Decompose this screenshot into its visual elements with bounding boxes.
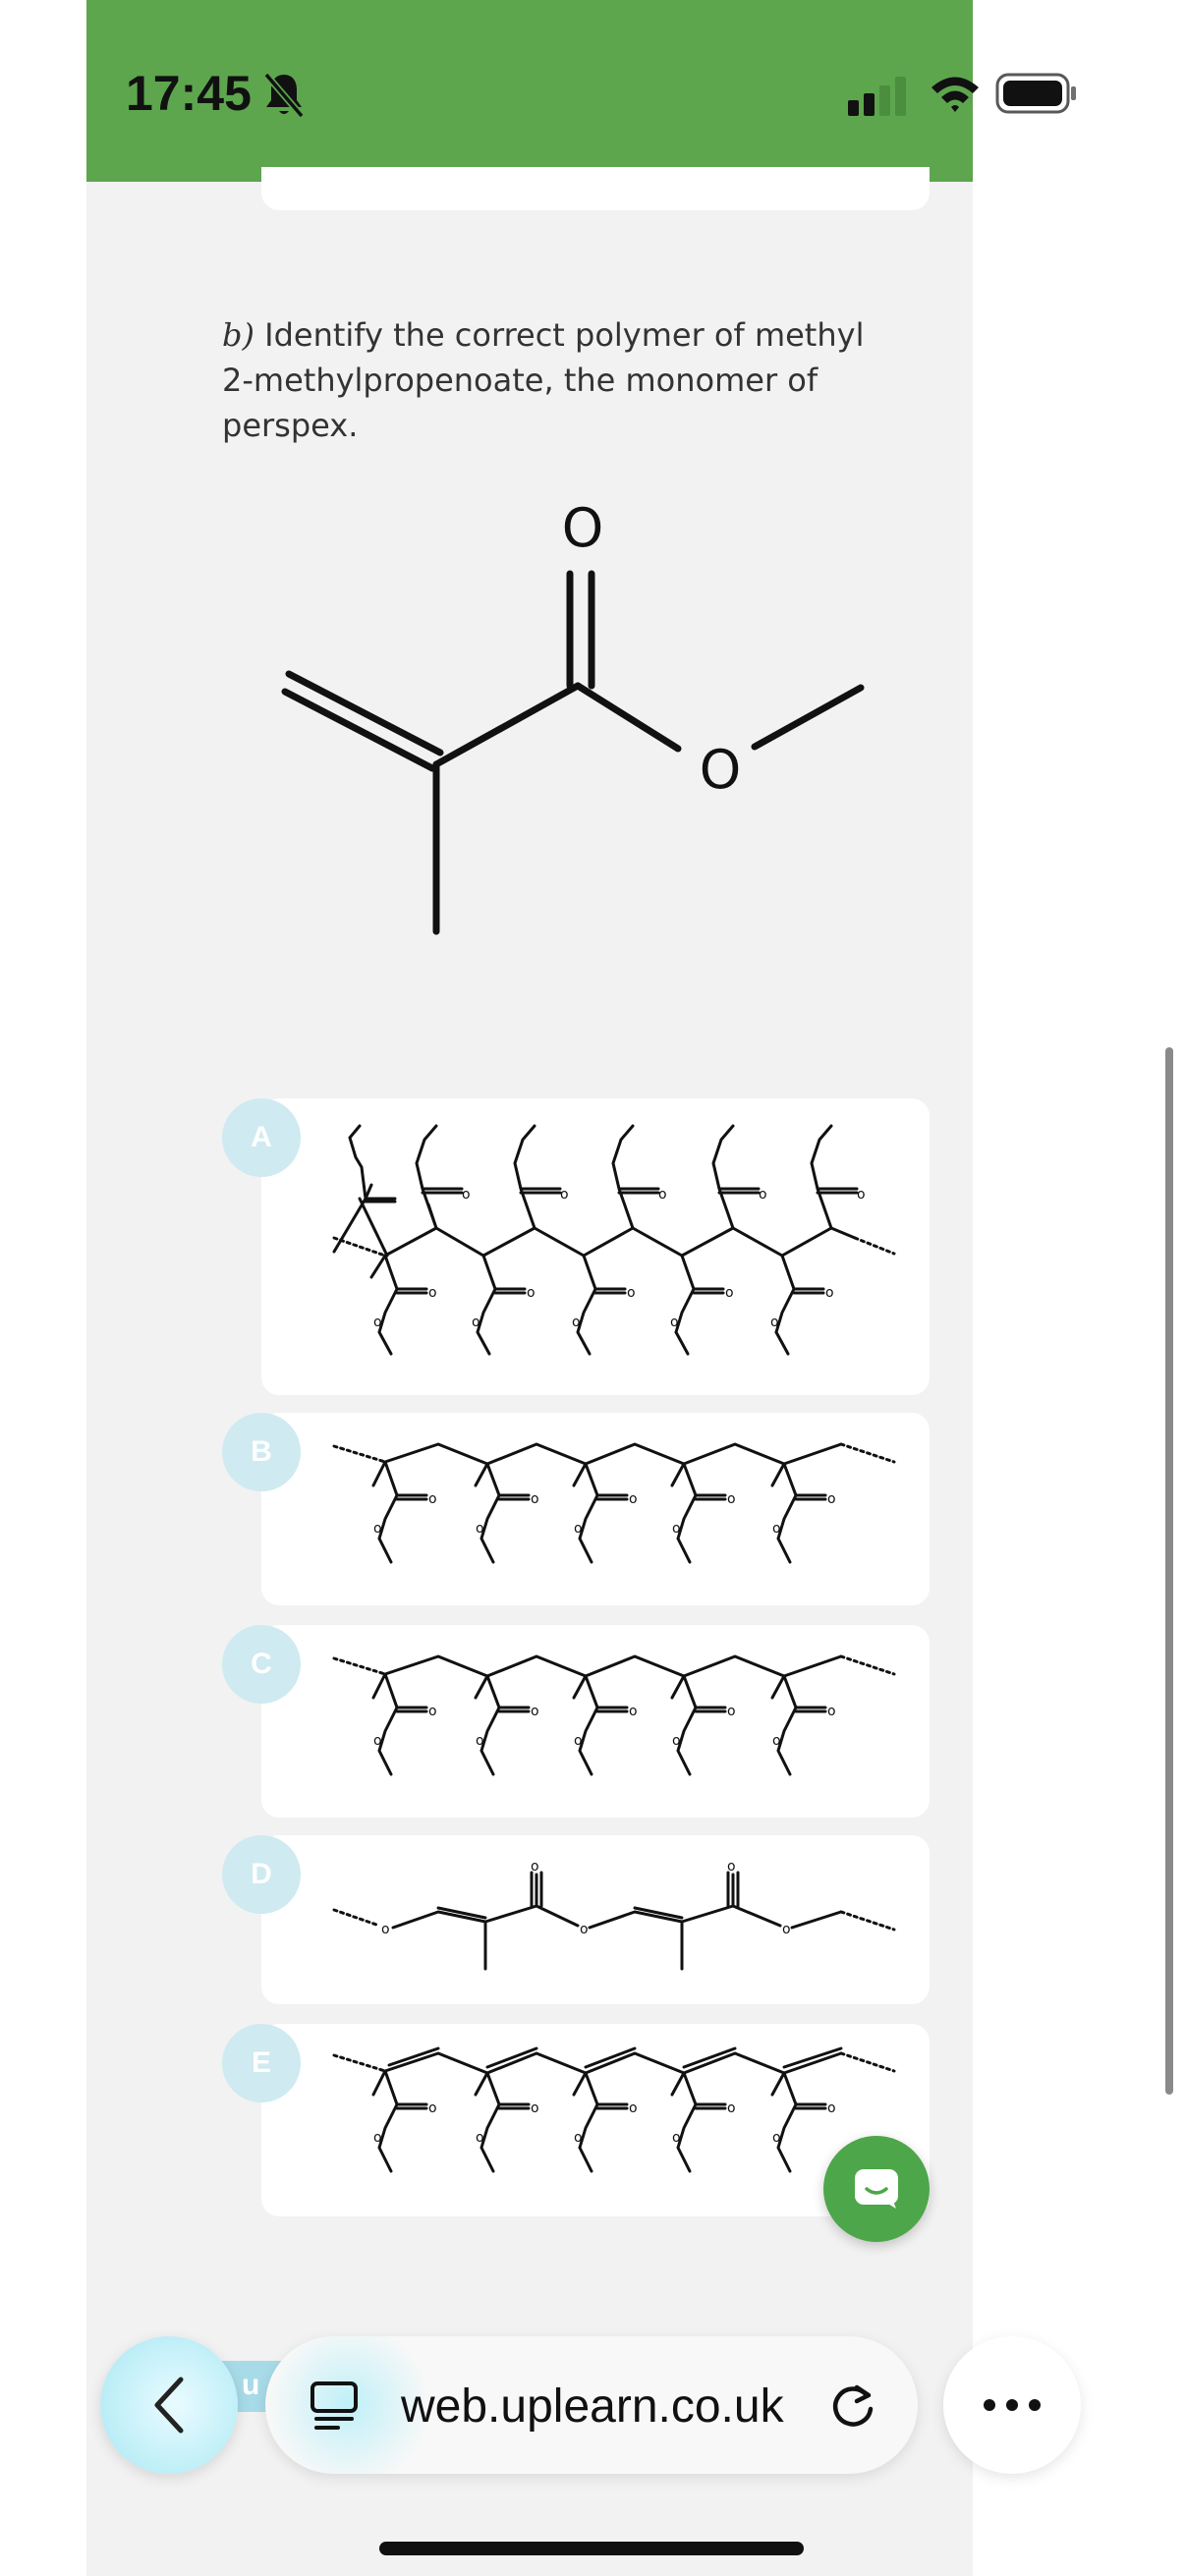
- svg-text:o: o: [476, 1521, 484, 1537]
- svg-text:o: o: [373, 1733, 382, 1749]
- svg-text:o: o: [574, 1733, 583, 1749]
- home-indicator[interactable]: [379, 2542, 804, 2555]
- svg-text:o: o: [531, 2100, 539, 2116]
- svg-text:o: o: [727, 2100, 736, 2116]
- scrollbar[interactable]: [1165, 1047, 1173, 2095]
- svg-text:o: o: [428, 1491, 437, 1507]
- svg-text:o: o: [572, 1315, 581, 1330]
- svg-text:o: o: [759, 1187, 767, 1203]
- svg-text:o: o: [381, 1922, 390, 1937]
- svg-text:o: o: [574, 1521, 583, 1537]
- svg-text:o: o: [373, 1315, 382, 1330]
- svg-text:o: o: [627, 1285, 636, 1301]
- svg-text:o: o: [580, 1922, 589, 1937]
- svg-text:o: o: [825, 1285, 834, 1301]
- tab-overview-icon[interactable]: [309, 2380, 360, 2433]
- svg-text:o: o: [672, 2130, 681, 2146]
- svg-text:o: o: [770, 1315, 779, 1330]
- svg-text:o: o: [574, 2130, 583, 2146]
- more-options-button[interactable]: [943, 2336, 1081, 2474]
- option-badge-c[interactable]: C: [222, 1625, 301, 1704]
- svg-text:o: o: [560, 1187, 569, 1203]
- svg-text:o: o: [658, 1187, 667, 1203]
- svg-text:o: o: [772, 1521, 781, 1537]
- svg-text:o: o: [531, 1859, 539, 1875]
- svg-text:o: o: [782, 1922, 791, 1937]
- svg-text:o: o: [672, 1733, 681, 1749]
- svg-text:o: o: [373, 2130, 382, 2146]
- browser-back-button[interactable]: [100, 2336, 238, 2474]
- reload-icon[interactable]: [827, 2380, 878, 2431]
- more-dots-icon: [984, 2399, 1041, 2411]
- svg-text:o: o: [476, 2130, 484, 2146]
- svg-text:o: o: [531, 1491, 539, 1507]
- svg-text:o: o: [428, 2100, 437, 2116]
- url-text[interactable]: web.uplearn.co.uk: [401, 2380, 784, 2434]
- svg-text:o: o: [472, 1315, 480, 1330]
- polymer-diagrams: o o o o o o o o o o o o o o o o o o o o …: [332, 1124, 896, 2173]
- svg-text:o: o: [672, 1521, 681, 1537]
- chat-icon: [855, 2169, 898, 2209]
- option-badge-e[interactable]: E: [222, 2024, 301, 2102]
- option-badge-a[interactable]: A: [222, 1098, 301, 1177]
- chat-button[interactable]: [823, 2136, 930, 2242]
- svg-text:o: o: [629, 2100, 638, 2116]
- svg-text:o: o: [727, 1491, 736, 1507]
- svg-text:o: o: [725, 1285, 734, 1301]
- svg-text:o: o: [462, 1187, 471, 1203]
- svg-text:o: o: [629, 1704, 638, 1719]
- svg-text:o: o: [727, 1859, 736, 1875]
- svg-text:o: o: [428, 1285, 437, 1301]
- svg-text:o: o: [373, 1521, 382, 1537]
- svg-text:o: o: [476, 1733, 484, 1749]
- svg-text:o: o: [531, 1704, 539, 1719]
- svg-text:o: o: [527, 1285, 536, 1301]
- svg-text:o: o: [428, 1704, 437, 1719]
- svg-text:o: o: [827, 2100, 836, 2116]
- option-badge-b[interactable]: B: [222, 1413, 301, 1491]
- svg-text:o: o: [629, 1491, 638, 1507]
- svg-text:o: o: [670, 1315, 679, 1330]
- svg-text:o: o: [772, 1733, 781, 1749]
- option-badge-d[interactable]: D: [222, 1835, 301, 1914]
- svg-text:o: o: [727, 1704, 736, 1719]
- bottom-strip-text: u: [242, 2369, 260, 2401]
- back-chevron-icon: [154, 2377, 184, 2434]
- svg-text:o: o: [827, 1491, 836, 1507]
- url-bar[interactable]: web.uplearn.co.uk: [265, 2336, 918, 2474]
- svg-text:o: o: [772, 2130, 781, 2146]
- svg-text:o: o: [857, 1187, 866, 1203]
- svg-text:o: o: [827, 1704, 836, 1719]
